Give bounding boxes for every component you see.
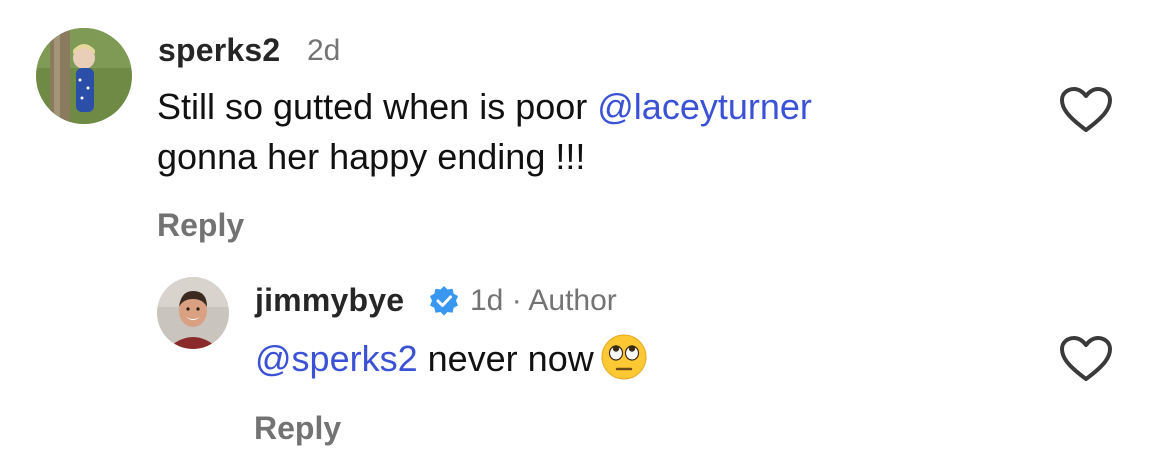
comment-text: Still so gutted when is poor @laceyturne…: [157, 82, 812, 182]
comment-timestamp: 2d: [307, 34, 341, 67]
reply-meta: 1d · Author: [470, 284, 617, 318]
comment-reply-button[interactable]: Reply: [157, 207, 244, 244]
reply-timestamp: 1d: [470, 284, 504, 317]
rolling-eyes-emoji-icon: [600, 333, 648, 381]
avatar-photo: [157, 277, 229, 349]
comment-mention[interactable]: @laceyturner: [597, 86, 812, 127]
meta-separator: ·: [511, 284, 522, 317]
reply-reply-button[interactable]: Reply: [254, 410, 341, 447]
verified-badge-icon: [428, 285, 460, 317]
reply-text: @sperks2 never now: [255, 334, 648, 385]
heart-icon[interactable]: [1059, 86, 1113, 134]
comment-username[interactable]: sperks2: [158, 32, 280, 69]
comment-text-line2: gonna her happy ending !!!: [157, 136, 586, 177]
avatar-photo: [36, 28, 132, 124]
heart-icon[interactable]: [1059, 335, 1113, 383]
reply-text-body: never now: [417, 338, 594, 379]
comment-avatar[interactable]: [36, 28, 132, 124]
reply-avatar[interactable]: [157, 277, 229, 349]
author-tag: Author: [528, 284, 617, 317]
comment-text-line1: Still so gutted when is poor: [157, 86, 598, 127]
reply-username[interactable]: jimmybye: [255, 282, 404, 319]
reply-mention[interactable]: @sperks2: [255, 338, 418, 379]
